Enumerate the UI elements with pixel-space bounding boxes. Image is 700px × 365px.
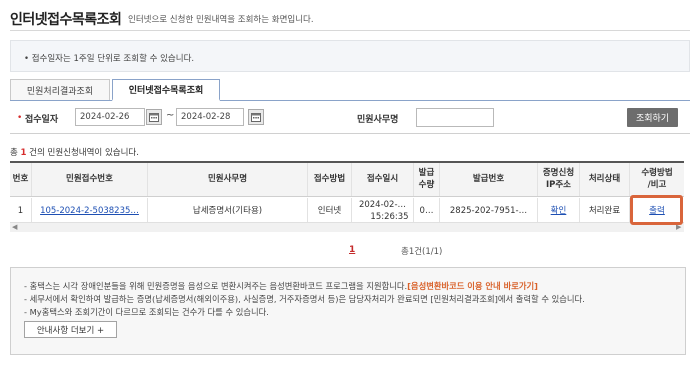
date-separator: ~ bbox=[166, 110, 175, 121]
title-divider bbox=[10, 30, 690, 31]
tab-result-inquiry[interactable]: 민원처리결과조회 bbox=[10, 79, 110, 101]
result-count: 총 1 건의 민원신청내역이 있습니다. bbox=[10, 146, 139, 158]
header-datetime: 접수일시 bbox=[352, 163, 414, 196]
header-receive: 수령방법 /비고 bbox=[641, 168, 673, 190]
cell-datetime: 2024-02-… 15:26:35 bbox=[352, 198, 414, 225]
date-to-input[interactable]: 2024-02-28 bbox=[176, 108, 244, 126]
header-issue-no: 발급번호 bbox=[440, 163, 538, 196]
ip-confirm-link[interactable]: 확인 bbox=[551, 206, 567, 217]
header-no: 번호 bbox=[10, 163, 32, 196]
calendar-icon[interactable] bbox=[248, 109, 264, 125]
voice-barcode-link[interactable]: [음성변환바코드 이용 안내 바로가기] bbox=[407, 281, 538, 291]
count-prefix: 총 bbox=[10, 148, 21, 158]
notice-line-1-text: - 홈택스는 시각 장애인분들을 위해 민원증명을 음성으로 변환시켜주는 음성… bbox=[24, 281, 408, 291]
cell-no: 1 bbox=[10, 198, 32, 225]
header-receipt-no: 민원접수번호 bbox=[32, 163, 148, 196]
header-ip: 증명신청 IP주소 bbox=[538, 163, 580, 196]
info-box: • 접수일자는 1주일 단위로 조회할 수 있습니다. bbox=[10, 40, 690, 72]
date-label: 접수일자 bbox=[25, 115, 59, 125]
search-button[interactable]: 조회하기 bbox=[627, 108, 678, 127]
calendar-icon[interactable] bbox=[146, 109, 162, 125]
cell-method: 인터넷 bbox=[308, 198, 352, 225]
receipt-table: 번호 민원접수번호 민원사무명 접수방법 접수일시 발급 수량 발급번호 증명신… bbox=[10, 161, 684, 226]
table-header: 번호 민원접수번호 민원사무명 접수방법 접수일시 발급 수량 발급번호 증명신… bbox=[10, 163, 684, 197]
datetime-time: 15:26:35 bbox=[370, 211, 409, 222]
date-from-input[interactable]: 2024-02-26 bbox=[75, 108, 145, 126]
header-office: 민원사무명 bbox=[148, 163, 308, 196]
notice-line-1: - 홈택스는 시각 장애인분들을 위해 민원증명을 음성으로 변환시켜주는 음성… bbox=[24, 280, 538, 292]
receipt-no-link[interactable]: 105-2024-2-5038235… bbox=[40, 206, 139, 217]
scroll-left-icon[interactable]: ◀ bbox=[12, 223, 17, 231]
cell-status: 처리완료 bbox=[580, 198, 630, 225]
header-quantity: 발급 수량 bbox=[414, 163, 440, 196]
cell-quantity: 0… bbox=[414, 198, 440, 225]
cell-receipt-no: 105-2024-2-5038235… bbox=[32, 198, 148, 225]
header-status: 처리상태 bbox=[580, 163, 630, 196]
header-method: 접수방법 bbox=[308, 163, 352, 196]
office-name-label: 민원사무명 bbox=[357, 115, 399, 125]
info-text: • 접수일자는 1주일 단위로 조회할 수 있습니다. bbox=[24, 54, 195, 64]
page-total: 총1건(1/1) bbox=[401, 247, 443, 257]
page-number-current[interactable]: 1 bbox=[349, 245, 355, 255]
datetime-date: 2024-02-… bbox=[358, 200, 407, 211]
notice-line-3: - My홈택스와 조회기간이 다르므로 조회되는 건수가 다를 수 있습니다. bbox=[24, 307, 269, 317]
cell-office: 납세증명서(기타용) bbox=[148, 198, 308, 225]
cell-ip: 확인 bbox=[538, 198, 580, 225]
page-title: 인터넷접수목록조회 bbox=[10, 12, 122, 28]
required-mark: • bbox=[17, 113, 23, 123]
office-name-input[interactable] bbox=[416, 108, 494, 127]
horizontal-scrollbar[interactable] bbox=[10, 222, 684, 232]
count-suffix: 건의 민원신청내역이 있습니다. bbox=[26, 148, 139, 158]
tab-internet-receipt-list[interactable]: 인터넷접수목록조회 bbox=[112, 79, 220, 101]
guide-more-button[interactable]: 안내사항 더보기 + bbox=[24, 321, 117, 338]
notice-line-2: - 세무서에서 확인하여 발급하는 증명(납세증명서(해외이주용), 사실증명,… bbox=[24, 294, 585, 304]
cell-issue-no: 2825-202-7951-… bbox=[440, 198, 538, 225]
page-subtitle: 인터넷으로 신청한 민원내역을 조회하는 화면입니다. bbox=[128, 15, 314, 25]
print-highlight-box bbox=[630, 195, 683, 225]
